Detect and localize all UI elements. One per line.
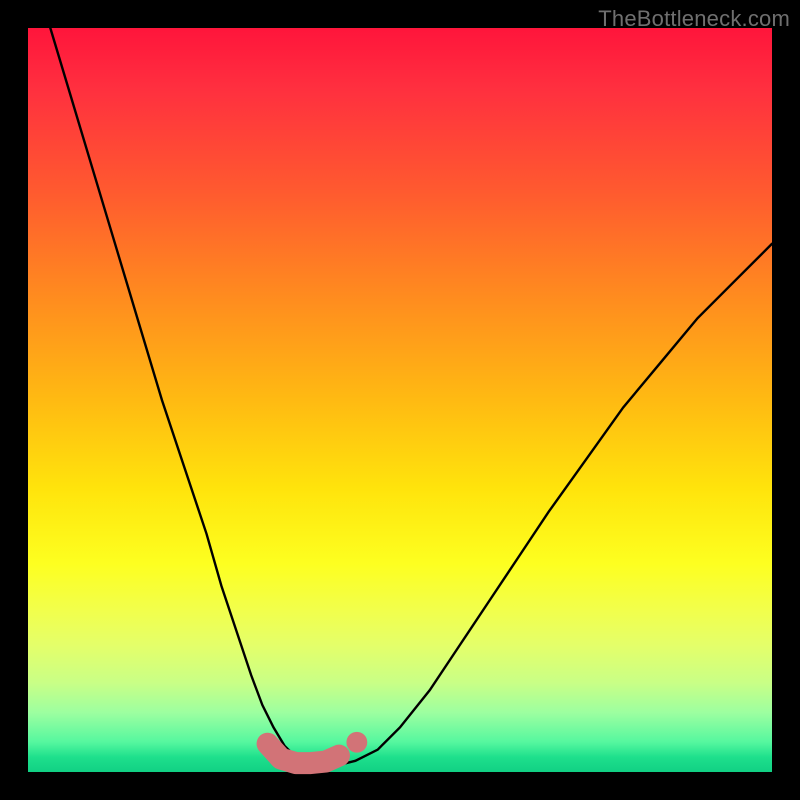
plot-area bbox=[28, 28, 772, 772]
curve-layer bbox=[28, 28, 772, 772]
chart-frame: TheBottleneck.com bbox=[0, 0, 800, 800]
bottleneck-curve bbox=[50, 28, 772, 765]
watermark-text: TheBottleneck.com bbox=[598, 6, 790, 32]
optimal-range-marker bbox=[268, 744, 339, 763]
marker-dot bbox=[346, 732, 367, 753]
